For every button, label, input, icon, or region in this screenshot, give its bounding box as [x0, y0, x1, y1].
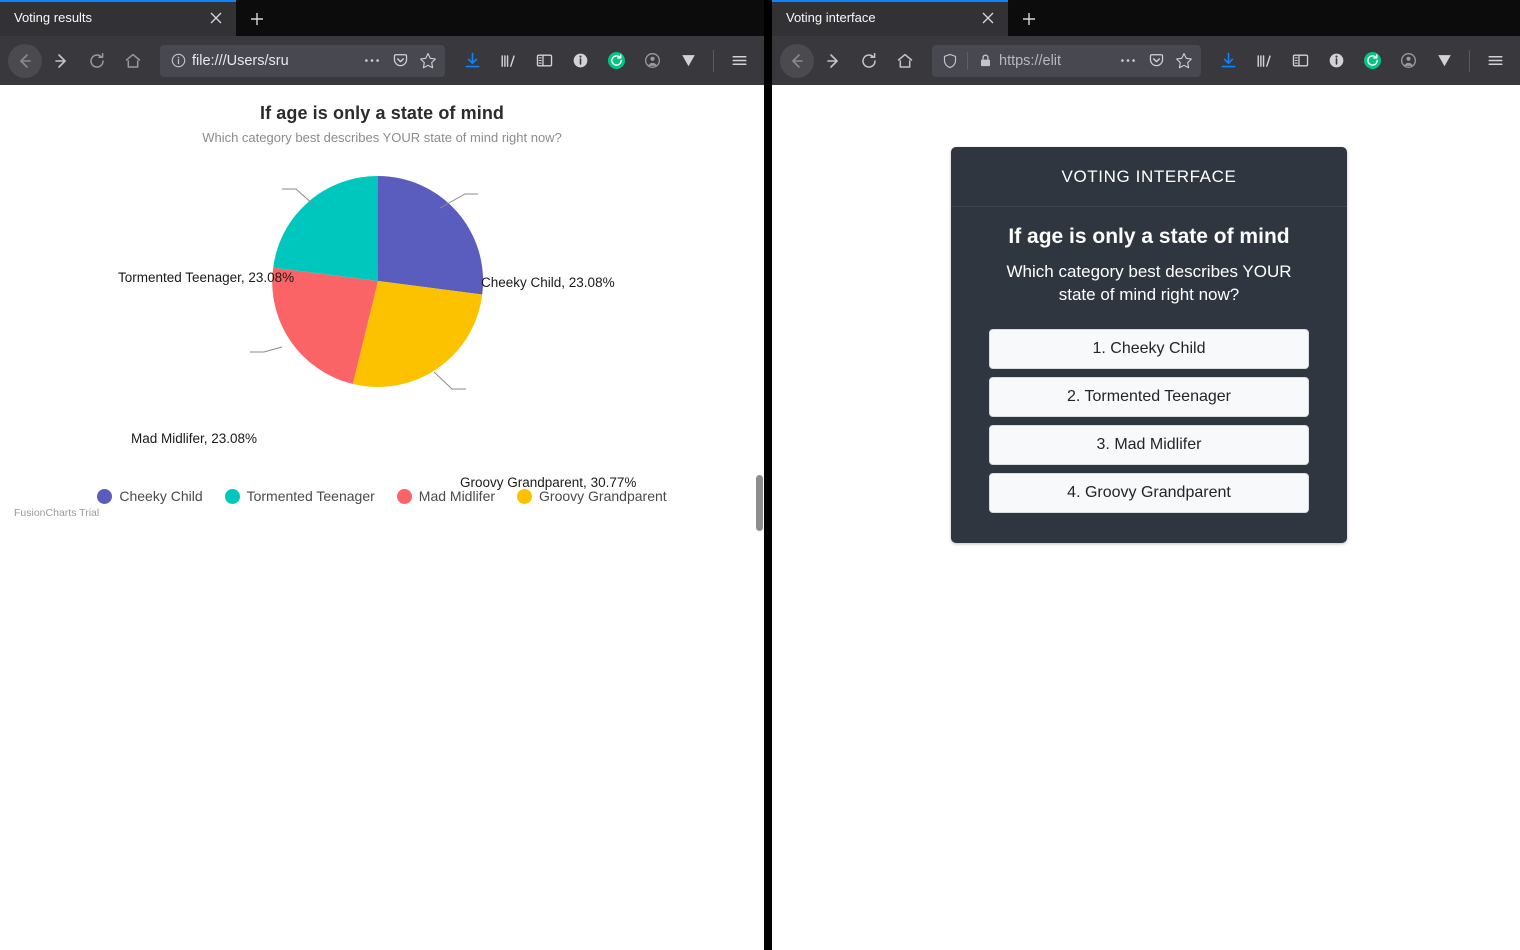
- tab-title: Voting results: [14, 10, 93, 25]
- tab-voting-interface[interactable]: Voting interface: [772, 0, 1008, 36]
- url-input[interactable]: file:///Users/sru: [192, 53, 357, 69]
- voting-card-body: If age is only a state of mind Which cat…: [951, 207, 1347, 543]
- legend-label: Tormented Teenager: [246, 488, 375, 504]
- browser-window-voting-interface: Voting interface https://elit VOTING INT…: [772, 0, 1520, 950]
- info-circle-icon[interactable]: [166, 49, 190, 73]
- reload-icon[interactable]: [80, 44, 114, 78]
- leader-line-groovy-grandparent: [433, 371, 466, 390]
- hamburger-menu-icon[interactable]: [722, 44, 756, 78]
- legend-swatch-icon: [517, 488, 533, 504]
- url-input[interactable]: https://elit: [999, 53, 1113, 69]
- pocket-v-icon[interactable]: [1427, 44, 1461, 78]
- chart-legend: Cheeky Child Tormented Teenager Mad Midl…: [0, 488, 764, 504]
- page-scrollbar[interactable]: [755, 103, 764, 950]
- legend-item-groovy-grandparent[interactable]: Groovy Grandparent: [517, 488, 667, 504]
- poll-options: 1. Cheeky Child 2. Tormented Teenager 3.…: [989, 328, 1309, 513]
- page-viewport-voting: VOTING INTERFACE If age is only a state …: [772, 85, 1520, 950]
- reload-icon[interactable]: [852, 44, 886, 78]
- home-icon[interactable]: [116, 44, 150, 78]
- pocket-icon[interactable]: [387, 48, 413, 74]
- ellipsis-icon[interactable]: [1115, 48, 1141, 74]
- sync-icon[interactable]: [1355, 44, 1389, 78]
- poll-question: Which category best describes YOUR state…: [1006, 262, 1292, 304]
- sidebar-icon[interactable]: [527, 44, 561, 78]
- shield-icon[interactable]: [938, 49, 962, 73]
- pie-svg: [250, 175, 484, 390]
- library-icon[interactable]: [1247, 44, 1281, 78]
- tab-title: Voting interface: [786, 10, 876, 25]
- sidebar-icon[interactable]: [1283, 44, 1317, 78]
- browser-window-voting-results: Voting results file:///Users/sru If age …: [0, 0, 764, 950]
- voting-card-header: VOTING INTERFACE: [951, 147, 1347, 207]
- account-info-icon[interactable]: [1319, 44, 1353, 78]
- star-icon[interactable]: [415, 48, 441, 74]
- forward-arrow-icon[interactable]: [816, 44, 850, 78]
- pie-slice-tormented-teenager: [273, 175, 378, 281]
- page-viewport-chart: If age is only a state of mind Which cat…: [0, 85, 764, 950]
- toolbar-icons-right: [1211, 44, 1512, 78]
- legend-swatch-icon: [97, 488, 113, 504]
- data-label-cheeky-child: Cheeky Child, 23.08%: [481, 275, 615, 290]
- url-divider: [967, 51, 968, 70]
- account-info-icon[interactable]: [563, 44, 597, 78]
- data-label-tormented-teenager: Tormented Teenager, 23.08%: [118, 270, 295, 285]
- plus-icon[interactable]: [1012, 2, 1046, 36]
- sync-icon[interactable]: [599, 44, 633, 78]
- legend-item-cheeky-child[interactable]: Cheeky Child: [97, 488, 203, 504]
- padlock-icon[interactable]: [973, 49, 997, 73]
- legend-item-tormented-teenager[interactable]: Tormented Teenager: [224, 488, 375, 504]
- profile-icon[interactable]: [635, 44, 669, 78]
- poll-title: If age is only a state of mind: [1008, 225, 1290, 248]
- data-label-mad-midlifer: Mad Midlifer, 23.08%: [131, 431, 258, 446]
- navigation-toolbar-right: https://elit: [772, 36, 1520, 85]
- tab-voting-results[interactable]: Voting results: [0, 0, 236, 36]
- voting-card: VOTING INTERFACE If age is only a state …: [951, 147, 1347, 543]
- toolbar-icons-left: [455, 44, 756, 78]
- legend-label: Mad Midlifer: [418, 488, 496, 504]
- hamburger-menu-icon[interactable]: [1478, 44, 1512, 78]
- close-icon[interactable]: [976, 6, 1000, 30]
- plus-icon[interactable]: [240, 2, 274, 36]
- profile-icon[interactable]: [1391, 44, 1425, 78]
- tab-strip-right: Voting interface: [772, 0, 1520, 36]
- legend-swatch-icon: [224, 488, 240, 504]
- pie-plot-area: Cheeky Child, 23.08% Tormented Teenager,…: [0, 161, 764, 491]
- legend-label: Cheeky Child: [119, 488, 203, 504]
- ellipsis-icon[interactable]: [359, 48, 385, 74]
- chart-watermark: FusionCharts Trial: [14, 507, 100, 519]
- window-gap: [764, 0, 772, 950]
- legend-swatch-icon: [396, 488, 412, 504]
- desktop: Voting results file:///Users/sru If age …: [0, 0, 1520, 950]
- vote-option-2[interactable]: 2. Tormented Teenager: [989, 376, 1309, 417]
- tab-strip-left: Voting results: [0, 0, 764, 36]
- library-icon[interactable]: [491, 44, 525, 78]
- navigation-toolbar-left: file:///Users/sru: [0, 36, 764, 85]
- vote-option-4[interactable]: 4. Groovy Grandparent: [989, 472, 1309, 513]
- scrollbar-thumb[interactable]: [756, 475, 763, 531]
- star-icon[interactable]: [1171, 48, 1197, 74]
- toolbar-divider: [713, 49, 714, 72]
- legend-item-mad-midlifer[interactable]: Mad Midlifer: [396, 488, 496, 504]
- toolbar-divider: [1469, 49, 1470, 72]
- pie-chart: If age is only a state of mind Which cat…: [0, 103, 764, 950]
- forward-arrow-icon[interactable]: [44, 44, 78, 78]
- back-arrow-icon[interactable]: [780, 43, 814, 78]
- pocket-icon[interactable]: [1143, 48, 1169, 74]
- vote-option-3[interactable]: 3. Mad Midlifer: [989, 424, 1309, 465]
- downloads-icon[interactable]: [455, 44, 489, 78]
- url-bar-left[interactable]: file:///Users/sru: [160, 44, 445, 77]
- pocket-v-icon[interactable]: [671, 44, 705, 78]
- chart-subtitle: Which category best describes YOUR state…: [202, 130, 562, 145]
- back-arrow-icon[interactable]: [8, 43, 42, 78]
- leader-line-mad-midlifer: [250, 346, 283, 353]
- vote-option-1[interactable]: 1. Cheeky Child: [989, 328, 1309, 369]
- downloads-icon[interactable]: [1211, 44, 1245, 78]
- home-icon[interactable]: [888, 44, 922, 78]
- chart-title: If age is only a state of mind: [259, 103, 505, 123]
- legend-label: Groovy Grandparent: [539, 488, 667, 504]
- close-icon[interactable]: [204, 6, 228, 30]
- url-bar-right[interactable]: https://elit: [932, 44, 1201, 77]
